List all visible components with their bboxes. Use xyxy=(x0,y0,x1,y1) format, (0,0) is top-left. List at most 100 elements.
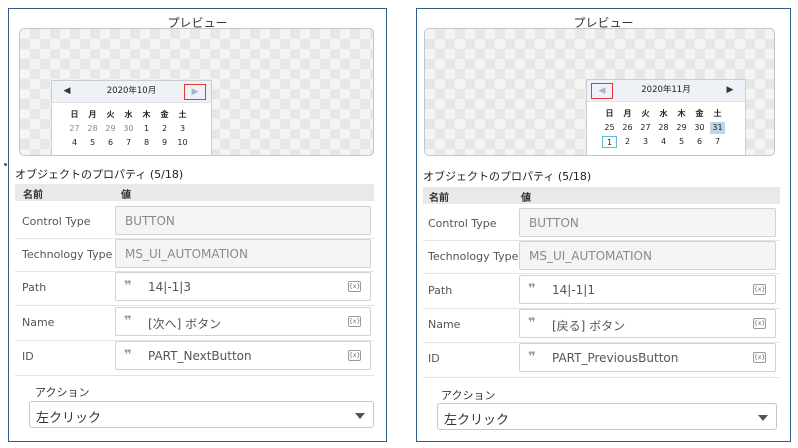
header-name: 名前 xyxy=(429,193,449,204)
field-value: [次へ] ボタン xyxy=(148,317,222,331)
properties-panel-right: プレビュー 2020年11月 ◀ ▶ 日 月 火 水 木 金 土 25 26 2… xyxy=(416,8,791,442)
calendar-day[interactable]: 26 xyxy=(620,122,635,134)
row-label-name: Name xyxy=(428,318,461,331)
weekday-label: 日 xyxy=(605,109,614,118)
calendar-day[interactable]: 8 xyxy=(139,137,154,149)
field-value: 14|-1|3 xyxy=(148,280,191,294)
calendar-day[interactable]: 27 xyxy=(67,123,82,135)
calendar-day[interactable]: 7 xyxy=(710,136,725,148)
row-label-path: Path xyxy=(428,284,453,297)
preview-box: 2020年11月 ◀ ▶ 日 月 火 水 木 金 土 25 26 27 28 2… xyxy=(424,28,775,156)
calendar-day[interactable]: 2 xyxy=(157,123,172,135)
technology-type-field: MS_UI_AUTOMATION xyxy=(115,239,371,268)
properties-title: オブジェクトのプロパティ (5/18) xyxy=(423,170,592,183)
properties-panel-left: プレビュー 2020年10月 ◀ ▶ 日 月 火 水 木 金 土 27 28 2… xyxy=(8,8,387,442)
weekday-label: 火 xyxy=(106,110,115,119)
row-label-control-type: Control Type xyxy=(22,215,91,228)
id-field[interactable]: ❞ PART_PreviousButton {x} xyxy=(519,343,776,372)
name-field[interactable]: ❞ [次へ] ボタン {x} xyxy=(115,307,371,336)
chevron-down-icon xyxy=(355,413,365,419)
weekday-label: 水 xyxy=(124,110,133,119)
bullet-dot xyxy=(4,163,7,166)
weekday-label: 木 xyxy=(677,109,686,118)
field-value: 14|-1|1 xyxy=(552,283,595,297)
calendar-day[interactable]: 25 xyxy=(602,122,617,134)
quote-icon: ❞ xyxy=(124,348,132,363)
row-label-name: Name xyxy=(22,316,55,329)
row-label-technology-type: Technology Type xyxy=(428,250,519,263)
row-label-control-type: Control Type xyxy=(428,217,497,230)
calendar-day[interactable]: 7 xyxy=(121,137,136,149)
calendar-day[interactable]: 4 xyxy=(656,136,671,148)
properties-header: 名前 値 xyxy=(423,187,780,204)
calendar-day[interactable]: 10 xyxy=(175,137,190,149)
quote-icon: ❞ xyxy=(124,314,132,329)
quote-icon: ❞ xyxy=(528,316,536,331)
calendar-day[interactable]: 28 xyxy=(656,122,671,134)
calendar-day[interactable]: 28 xyxy=(85,123,100,135)
action-select[interactable]: 左クリック xyxy=(437,403,777,430)
calendar-day[interactable]: 3 xyxy=(175,123,190,135)
field-value: MS_UI_AUTOMATION xyxy=(125,247,248,261)
row-label-id: ID xyxy=(22,350,34,363)
path-field[interactable]: ❞ 14|-1|1 {x} xyxy=(519,275,776,304)
field-value: BUTTON xyxy=(125,214,175,228)
calendar-day[interactable]: 30 xyxy=(121,123,136,135)
calendar-day[interactable]: 6 xyxy=(692,136,707,148)
triangle-left-icon[interactable]: ◀ xyxy=(591,83,613,99)
quote-icon: ❞ xyxy=(528,282,536,297)
quote-icon: ❞ xyxy=(124,279,132,294)
calendar-day[interactable]: 29 xyxy=(103,123,118,135)
calendar-day-today[interactable]: 1 xyxy=(602,136,617,148)
variable-icon[interactable]: {x} xyxy=(753,318,766,329)
triangle-left-icon[interactable]: ◀ xyxy=(56,84,78,100)
calendar-day[interactable]: 6 xyxy=(103,137,118,149)
calendar-day[interactable]: 9 xyxy=(157,137,172,149)
properties-header: 名前 値 xyxy=(15,184,374,201)
calendar-day[interactable]: 30 xyxy=(692,122,707,134)
weekday-label: 火 xyxy=(641,109,650,118)
action-title: アクション xyxy=(441,389,496,402)
triangle-right-icon[interactable]: ▶ xyxy=(719,83,741,99)
calendar-day-selected[interactable]: 31 xyxy=(710,122,725,134)
weekday-label: 月 xyxy=(88,110,97,119)
calendar-widget: 2020年11月 ◀ ▶ 日 月 火 水 木 金 土 25 26 27 28 2… xyxy=(586,79,746,155)
field-value: [戻る] ボタン xyxy=(552,319,626,333)
row-label-id: ID xyxy=(428,352,440,365)
calendar-day[interactable]: 29 xyxy=(674,122,689,134)
weekday-label: 金 xyxy=(695,109,704,118)
calendar-day[interactable]: 27 xyxy=(638,122,653,134)
weekday-label: 日 xyxy=(70,110,79,119)
calendar-header: 2020年10月 ◀ ▶ xyxy=(52,81,211,103)
action-title: アクション xyxy=(35,386,90,399)
variable-icon[interactable]: {x} xyxy=(348,281,361,292)
calendar-day[interactable]: 5 xyxy=(85,137,100,149)
calendar-day[interactable]: 2 xyxy=(620,136,635,148)
header-name: 名前 xyxy=(23,190,43,201)
calendar-day[interactable]: 3 xyxy=(638,136,653,148)
preview-box: 2020年10月 ◀ ▶ 日 月 火 水 木 金 土 27 28 29 30 1… xyxy=(19,28,374,156)
weekday-label: 木 xyxy=(142,110,151,119)
name-field[interactable]: ❞ [戻る] ボタン {x} xyxy=(519,309,776,338)
calendar-day[interactable]: 1 xyxy=(139,123,154,135)
row-label-path: Path xyxy=(22,281,47,294)
calendar-grid: 日 月 火 水 木 金 土 27 28 29 30 1 2 3 4 5 6 7 … xyxy=(52,103,211,149)
variable-icon[interactable]: {x} xyxy=(753,284,766,295)
calendar-day[interactable]: 5 xyxy=(674,136,689,148)
calendar-header: 2020年11月 ◀ ▶ xyxy=(587,80,745,102)
weekday-label: 土 xyxy=(713,109,722,118)
weekday-label: 土 xyxy=(178,110,187,119)
variable-icon[interactable]: {x} xyxy=(753,352,766,363)
triangle-right-icon[interactable]: ▶ xyxy=(184,84,206,100)
action-select[interactable]: 左クリック xyxy=(29,401,374,428)
field-value: MS_UI_AUTOMATION xyxy=(529,249,652,263)
calendar-day[interactable]: 4 xyxy=(67,137,82,149)
weekday-label: 水 xyxy=(659,109,668,118)
path-field[interactable]: ❞ 14|-1|3 {x} xyxy=(115,272,371,301)
variable-icon[interactable]: {x} xyxy=(348,350,361,361)
control-type-field: BUTTON xyxy=(519,208,776,237)
header-value: 値 xyxy=(521,193,531,204)
variable-icon[interactable]: {x} xyxy=(348,316,361,327)
field-value: PART_PreviousButton xyxy=(552,351,679,365)
id-field[interactable]: ❞ PART_NextButton {x} xyxy=(115,341,371,370)
